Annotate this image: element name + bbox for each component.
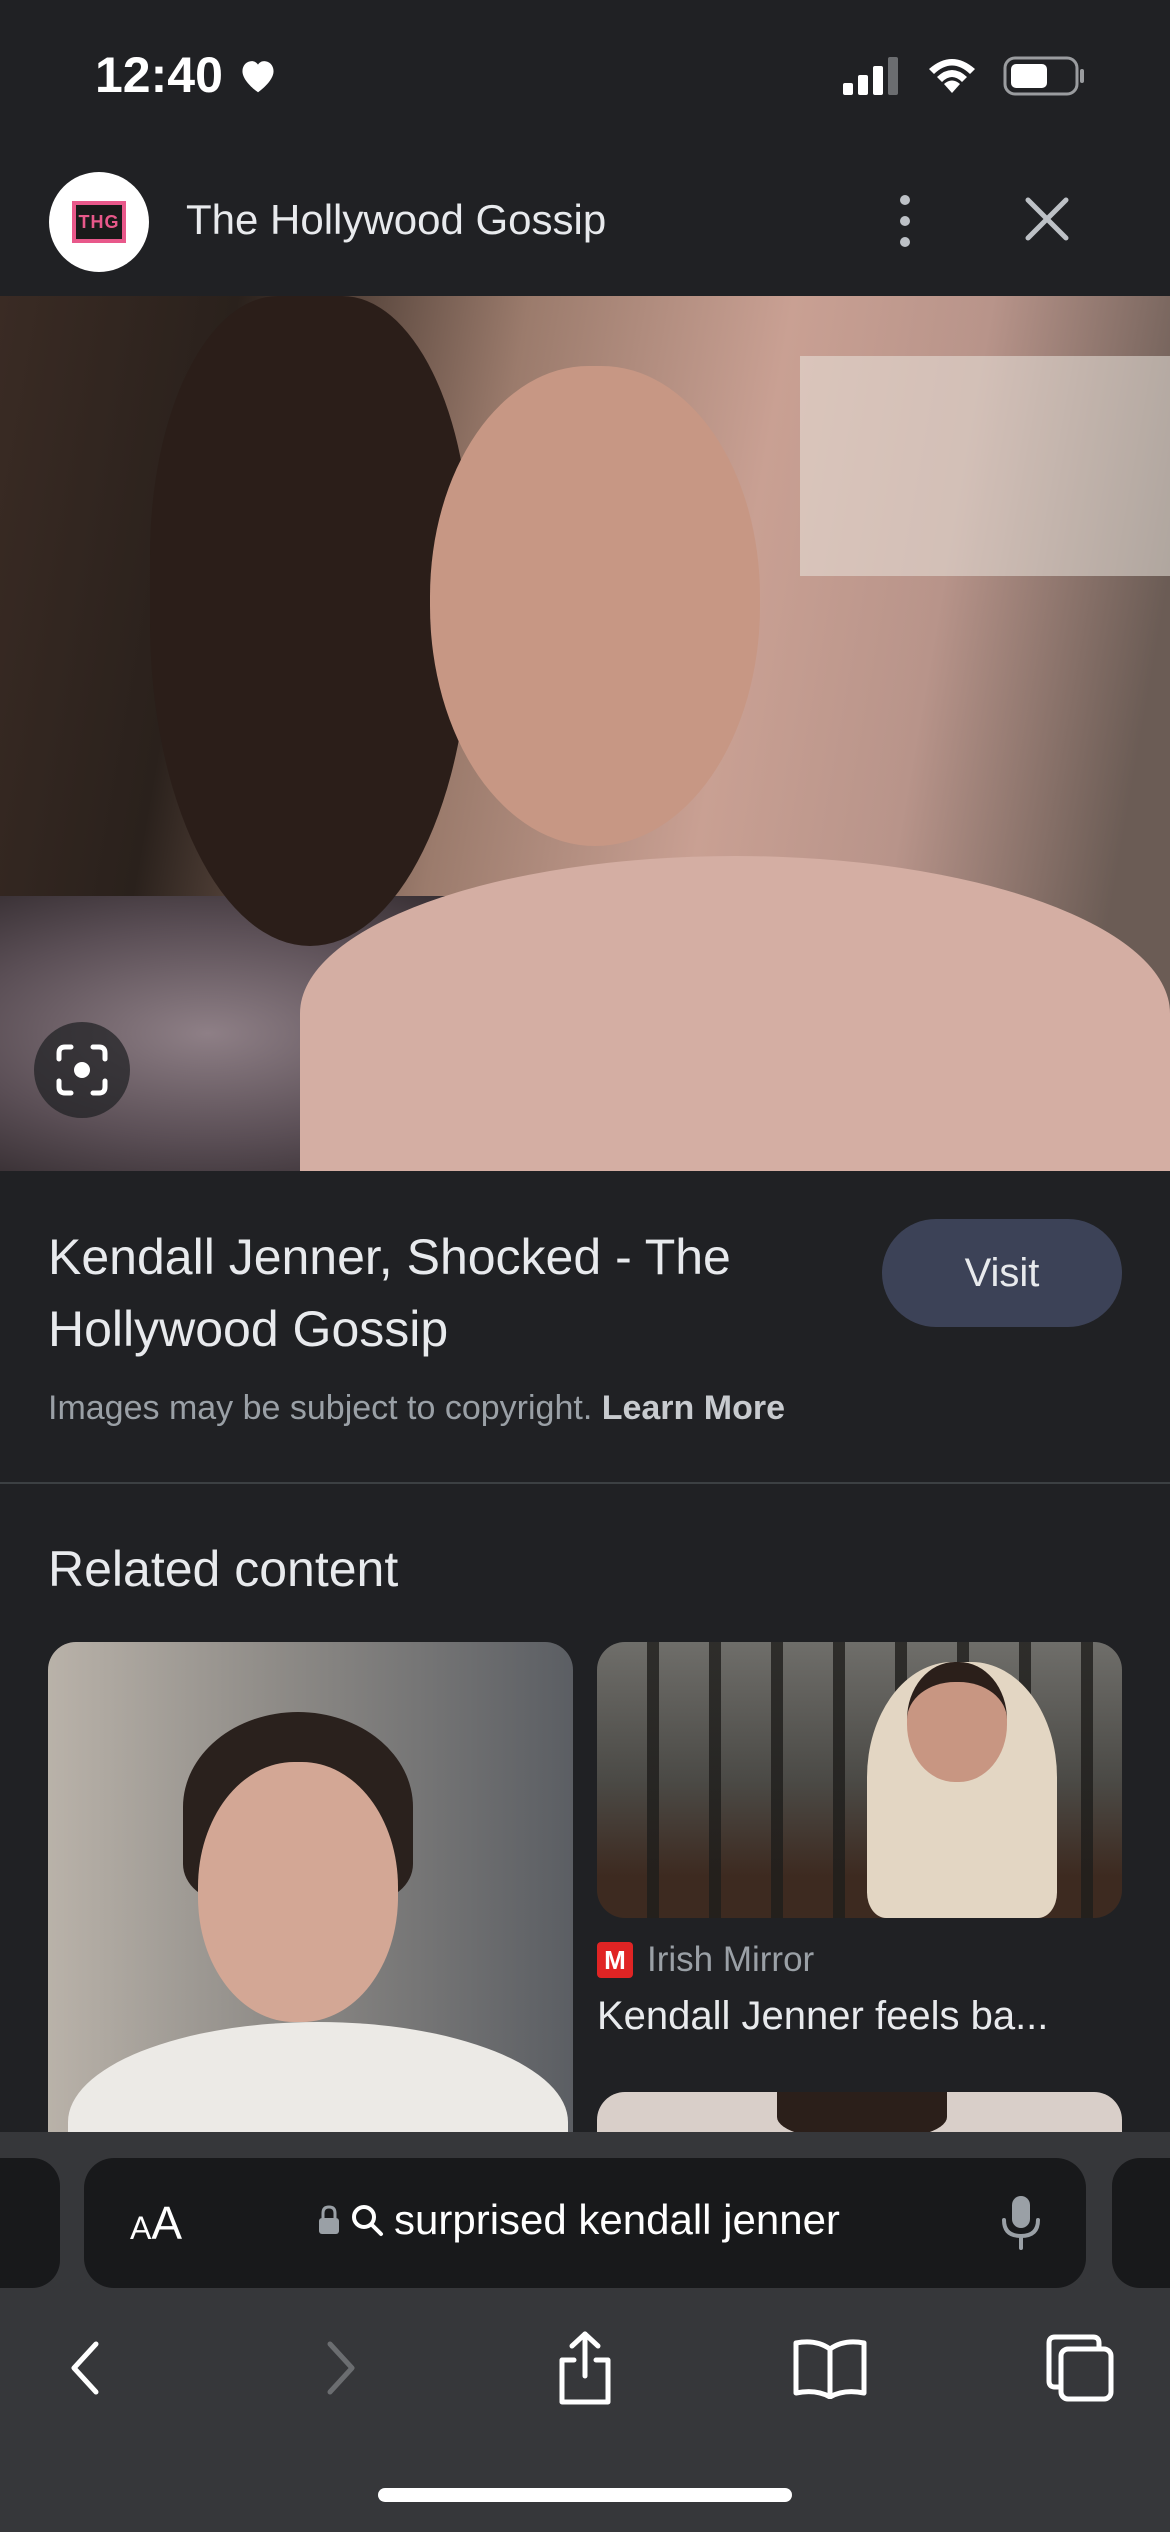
related-card-image[interactable] [48,1642,573,2162]
image-shirt [300,856,1170,1171]
book-icon [793,2339,867,2399]
more-vert-icon [900,195,910,205]
main-image[interactable] [0,296,1170,1171]
close-button[interactable] [1016,188,1078,250]
image-background-window [800,356,1170,576]
image-info-panel: Kendall Jenner, Shocked - The Hollywood … [0,1171,1170,1484]
search-icon [352,2205,383,2236]
site-logo-mark: THG [72,201,126,243]
previous-tab-peek[interactable] [0,2158,60,2288]
related-card-source: M Irish Mirror [597,1940,814,1980]
lock-icon [319,2205,339,2234]
copyright-text: Images may be subject to copyright. [48,1389,593,1427]
status-indicators [843,56,1085,96]
copyright-notice: Images may be subject to copyright. Lear… [48,1389,785,1428]
next-tab-peek[interactable] [1112,2158,1170,2288]
visit-button[interactable]: Visit [882,1219,1122,1327]
tabs-button[interactable] [1040,2328,1120,2408]
wifi-icon [929,59,975,93]
lens-scan-icon [56,1044,108,1096]
battery-icon [1003,56,1084,96]
image-title[interactable]: Kendall Jenner, Shocked - The Hollywood … [48,1221,848,1365]
search-query-text: surprised kendall jenner [394,2196,840,2243]
site-logo[interactable]: THG [49,172,149,272]
chevron-left-icon [71,2341,99,2395]
related-content-heading: Related content [48,1541,399,1597]
url-field[interactable]: surprised kendall jenner [318,2196,840,2244]
image-face [430,366,760,846]
related-card-title[interactable]: Kendall Jenner feels ba... [597,1994,1122,2039]
chevron-right-icon [327,2341,355,2395]
irish-mirror-favicon-icon: M [597,1942,633,1978]
google-lens-button[interactable] [34,1022,130,1118]
status-time: 12:40 [95,46,279,104]
home-indicator [378,2488,792,2502]
browser-nav-row [0,2310,1170,2420]
tabs-icon [1046,2334,1114,2402]
close-icon [1025,197,1069,241]
heart-icon [242,61,274,93]
microphone-icon[interactable] [996,2192,1046,2254]
share-icon [559,2331,611,2405]
more-options-button[interactable] [880,186,930,256]
related-card-source-name: Irish Mirror [647,1940,815,1979]
forward-button[interactable] [300,2328,380,2408]
address-bar[interactable]: AA surprised kendall jenner [84,2158,1086,2288]
related-card-image[interactable] [597,1642,1122,1918]
learn-more-link[interactable]: Learn More [602,1389,785,1427]
page-header: THG The Hollywood Gossip [0,150,1170,296]
site-title: The Hollywood Gossip [186,196,607,243]
reader-options-button[interactable]: AA [130,2196,182,2250]
status-time-text: 12:40 [95,47,223,103]
status-bar: 12:40 [0,0,1170,150]
back-button[interactable] [46,2328,126,2408]
image-hair [150,296,470,946]
share-button[interactable] [545,2328,625,2408]
cellular-signal-icon [843,57,898,95]
bookmarks-button[interactable] [790,2328,870,2408]
